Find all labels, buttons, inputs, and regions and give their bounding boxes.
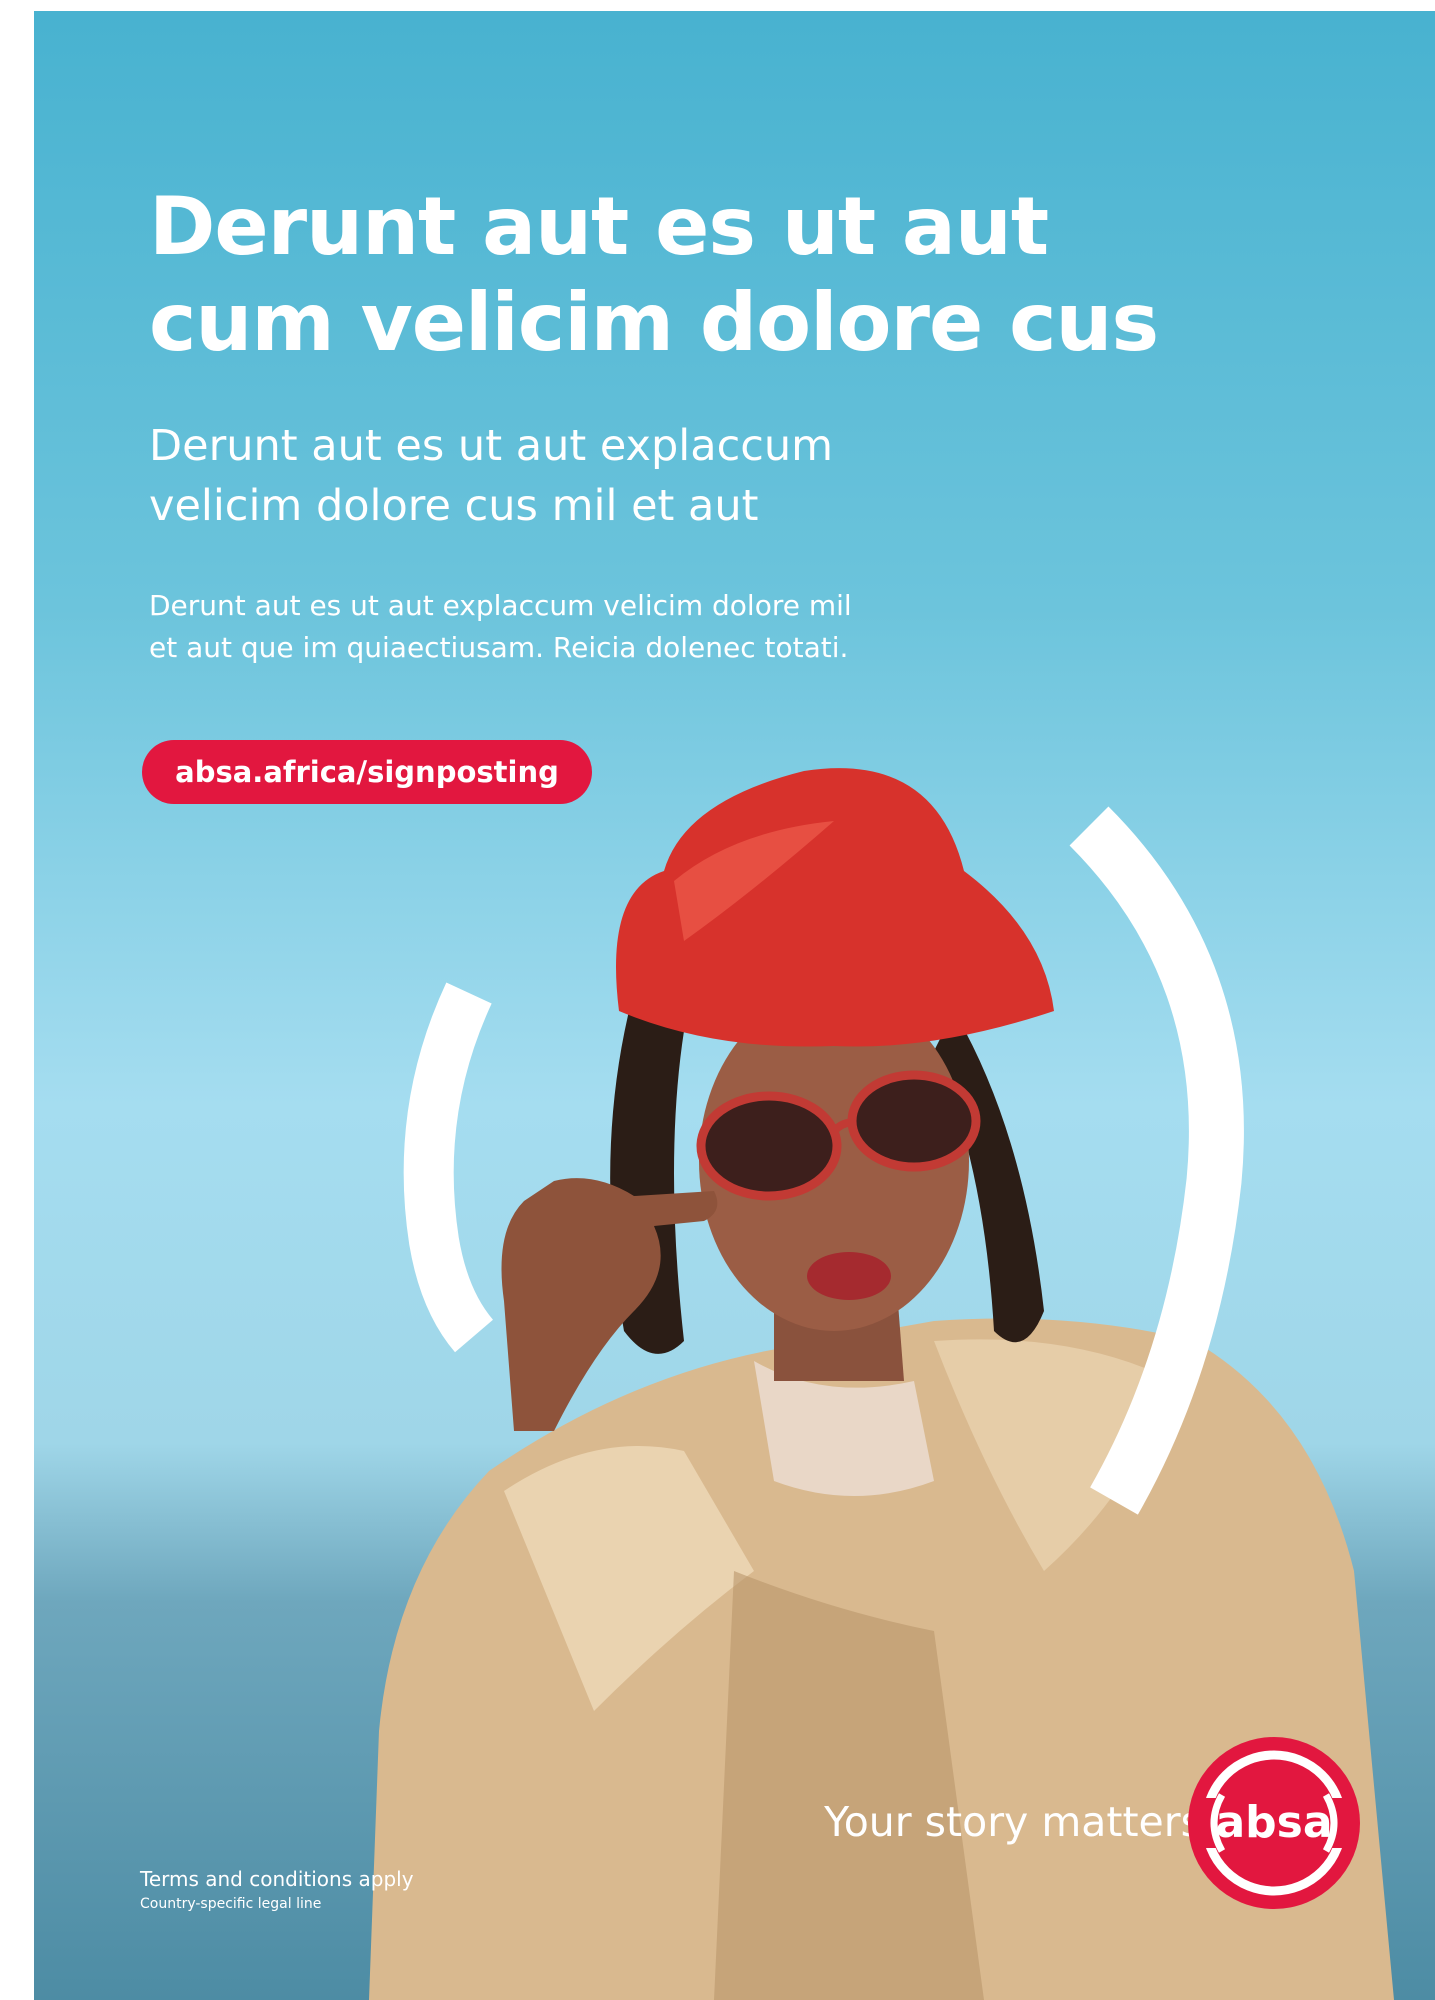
logo-wordmark: absa bbox=[1215, 1797, 1332, 1848]
body-line-1: Derunt aut es ut aut explaccum velicim d… bbox=[149, 589, 852, 622]
poster: Derunt aut es ut aut cum velicim dolore … bbox=[34, 11, 1435, 2000]
lips bbox=[807, 1252, 891, 1300]
signposting-link-button[interactable]: absa.africa/signposting bbox=[142, 740, 592, 804]
subheadline: Derunt aut es ut aut explaccum velicim d… bbox=[149, 416, 1049, 536]
tagline: Your story matters bbox=[824, 1798, 1202, 1846]
absa-logo-icon: absa bbox=[1188, 1737, 1360, 1909]
subheadline-line-2: velicim dolore cus mil et aut bbox=[149, 481, 759, 531]
terms-text: Terms and conditions apply bbox=[140, 1867, 414, 1891]
headline-line-1: Derunt aut es ut aut bbox=[149, 180, 1049, 273]
body-line-2: et aut que im quiaectiusam. Reicia dolen… bbox=[149, 631, 849, 664]
headline-line-2: cum velicim dolore cus bbox=[149, 276, 1159, 369]
sunglasses-left bbox=[696, 1091, 842, 1201]
bracket-left bbox=[403, 982, 494, 1353]
legal-line: Country-specific legal line bbox=[140, 1896, 322, 1912]
headline: Derunt aut es ut aut cum velicim dolore … bbox=[149, 179, 1249, 371]
body-copy: Derunt aut es ut aut explaccum velicim d… bbox=[149, 585, 1049, 669]
subheadline-line-1: Derunt aut es ut aut explaccum bbox=[149, 421, 834, 471]
sunglasses-right bbox=[847, 1070, 981, 1172]
